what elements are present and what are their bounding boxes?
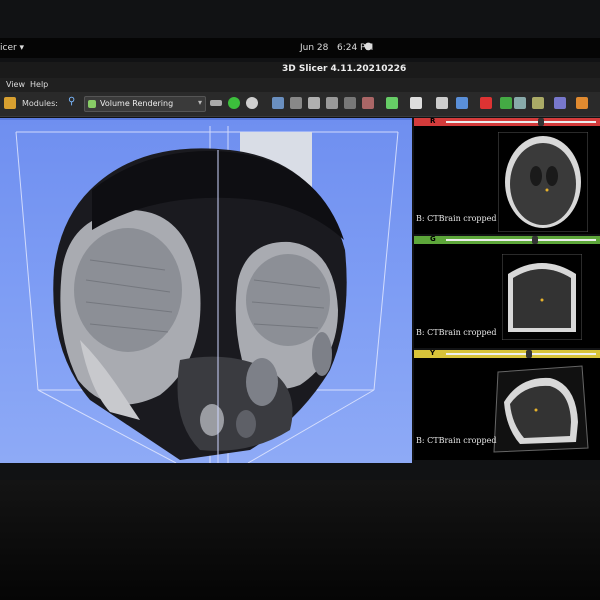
models-icon[interactable] xyxy=(344,97,356,109)
slice-bar-green[interactable]: G xyxy=(414,235,600,244)
module-select-value: Volume Rendering xyxy=(100,99,174,108)
module-icon xyxy=(88,100,96,108)
slice-bar-red[interactable]: R xyxy=(414,117,600,126)
load-data-icon[interactable] xyxy=(272,97,284,109)
slice-slider-track xyxy=(446,121,596,123)
back-arrow-icon[interactable] xyxy=(228,97,240,109)
layout-icon[interactable] xyxy=(410,97,422,109)
crosshair-icon[interactable] xyxy=(576,97,588,109)
pointer-icon[interactable] xyxy=(436,97,448,109)
volumes-icon[interactable] xyxy=(362,97,374,109)
coronal-ct-image xyxy=(502,254,582,340)
cube-icon[interactable] xyxy=(326,97,338,109)
crosshair-settings-icon[interactable] xyxy=(532,97,544,109)
slice-slider-handle[interactable] xyxy=(526,350,532,358)
transform-icon[interactable] xyxy=(500,97,512,109)
menubar: View Help xyxy=(0,78,600,92)
slice-tag-green: G xyxy=(430,235,436,243)
screenshot-icon[interactable] xyxy=(514,97,526,109)
slice-slider-handle[interactable] xyxy=(538,118,544,126)
slice-view-yellow[interactable]: Y B: CTBrain cropped xyxy=(414,349,600,460)
slice-slider-track xyxy=(446,353,596,355)
slice-label-green: B: CTBrain cropped xyxy=(416,328,497,337)
axial-ct-image xyxy=(498,132,588,232)
data-icon[interactable] xyxy=(4,97,16,109)
system-topbar: icer ▾ Jun 28 6:24 PM ● xyxy=(0,38,600,58)
search-icon[interactable]: ⚲ xyxy=(68,96,75,107)
modules-label: Modules: xyxy=(22,99,58,108)
window-titlebar: 3D Slicer 4.11.20210226 xyxy=(0,62,600,78)
dicom-icon[interactable] xyxy=(290,97,302,109)
slice-view-green[interactable]: G B: CTBrain cropped xyxy=(414,235,600,348)
status-dot-icon: ● xyxy=(364,41,373,52)
toolbar: Modules: ⚲ Volume Rendering ▾ xyxy=(0,92,600,117)
clock[interactable]: Jun 28 6:24 PM xyxy=(300,43,373,53)
monitor-bezel xyxy=(0,480,600,600)
window-title: 3D Slicer 4.11.20210226 xyxy=(282,64,407,74)
markups-icon[interactable] xyxy=(456,97,468,109)
slice-tag-yellow: Y xyxy=(430,349,436,357)
slice-view-red[interactable]: R B: CTBrain cropped xyxy=(414,117,600,234)
menu-view[interactable]: View xyxy=(6,80,25,89)
history-icon[interactable] xyxy=(210,100,222,106)
app-menu[interactable]: icer ▾ xyxy=(0,43,24,53)
save-icon[interactable] xyxy=(308,97,320,109)
monitor-screen: icer ▾ Jun 28 6:24 PM ● 3D Slicer 4.11.2… xyxy=(0,0,600,480)
volume-rendering xyxy=(15,126,399,463)
slice-label-yellow: B: CTBrain cropped xyxy=(416,436,497,445)
3d-view[interactable] xyxy=(0,118,412,463)
slice-slider-track xyxy=(446,239,596,241)
module-select[interactable]: Volume Rendering ▾ xyxy=(84,96,206,112)
slice-label-red: B: CTBrain cropped xyxy=(416,214,497,223)
chevron-down-icon: ▾ xyxy=(197,98,202,107)
view-options-icon[interactable] xyxy=(554,97,566,109)
extensions-icon[interactable] xyxy=(386,97,398,109)
clock-date: Jun 28 xyxy=(300,43,329,53)
slice-bar-yellow[interactable]: Y xyxy=(414,349,600,358)
menu-help[interactable]: Help xyxy=(30,80,48,89)
fiducial-icon[interactable] xyxy=(480,97,492,109)
slice-tag-red: R xyxy=(430,117,436,125)
slice-slider-handle[interactable] xyxy=(532,236,538,244)
forward-arrow-icon[interactable] xyxy=(246,97,258,109)
sagittal-ct-image xyxy=(493,365,589,453)
